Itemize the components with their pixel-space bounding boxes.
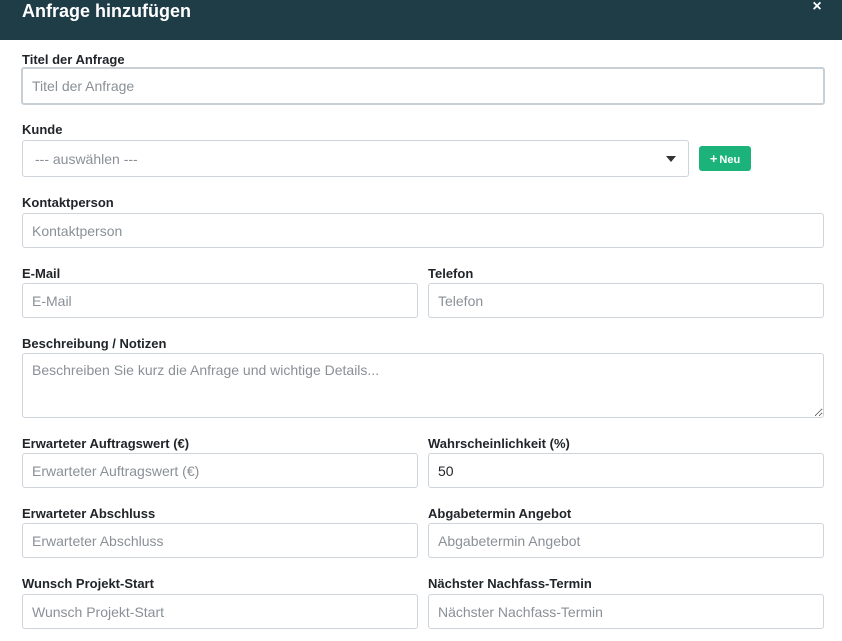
phone-label: Telefon bbox=[428, 266, 474, 281]
order-value-label: Erwarteter Auftragswert (€) bbox=[22, 436, 190, 451]
expected-close-input[interactable] bbox=[22, 523, 418, 558]
chevron-down-icon bbox=[666, 156, 676, 162]
new-customer-button[interactable]: + Neu bbox=[699, 146, 751, 171]
offer-deadline-label: Abgabetermin Angebot bbox=[428, 506, 572, 521]
phone-field[interactable] bbox=[428, 283, 824, 318]
offer-deadline-input[interactable] bbox=[428, 523, 824, 558]
description-textarea[interactable] bbox=[22, 353, 824, 418]
contact-input[interactable] bbox=[22, 213, 824, 248]
title-input[interactable] bbox=[21, 67, 825, 105]
new-customer-label: Neu bbox=[719, 154, 741, 166]
customer-select-value: --- auswählen --- bbox=[35, 151, 138, 167]
modal-header: Anfrage hinzufügen × bbox=[0, 0, 842, 40]
project-start-input[interactable] bbox=[22, 594, 418, 629]
title-label: Titel der Anfrage bbox=[22, 52, 125, 67]
contact-label: Kontaktperson bbox=[22, 195, 114, 210]
customer-label: Kunde bbox=[22, 122, 63, 137]
email-field[interactable] bbox=[22, 283, 418, 318]
project-start-label: Wunsch Projekt-Start bbox=[22, 576, 154, 591]
email-label: E-Mail bbox=[22, 266, 61, 281]
next-followup-label: Nächster Nachfass-Termin bbox=[428, 576, 592, 591]
probability-label: Wahrscheinlichkeit (%) bbox=[428, 436, 570, 451]
order-value-input[interactable] bbox=[22, 453, 418, 488]
expected-close-label: Erwarteter Abschluss bbox=[22, 506, 156, 521]
modal-title: Anfrage hinzufügen bbox=[22, 1, 191, 21]
description-label: Beschreibung / Notizen bbox=[22, 336, 167, 351]
next-followup-input[interactable] bbox=[428, 594, 824, 629]
probability-input[interactable] bbox=[428, 453, 824, 488]
customer-select[interactable]: --- auswählen --- bbox=[22, 140, 689, 177]
close-icon[interactable]: × bbox=[810, 0, 824, 15]
plus-icon: + bbox=[709, 151, 718, 166]
